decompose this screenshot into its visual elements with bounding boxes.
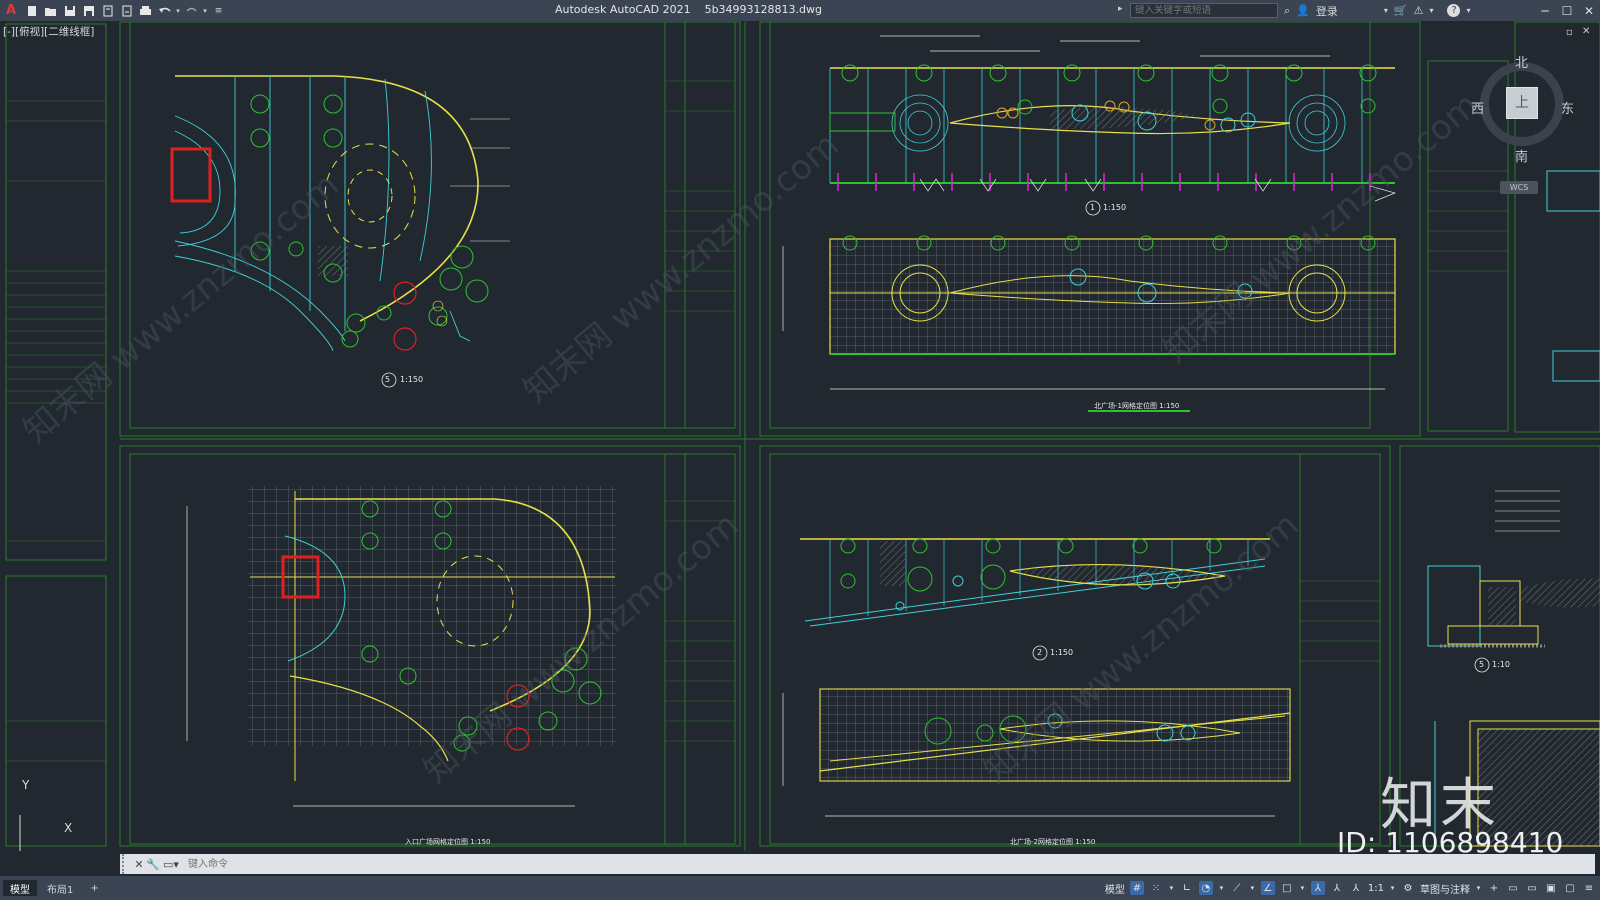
- bubble-5: 5: [385, 375, 391, 384]
- workspace-switch[interactable]: 草图与注释: [1420, 881, 1470, 896]
- viewcube-east[interactable]: 东: [1561, 98, 1574, 117]
- status-tools: 模型 # ⁙ ▾ ∟ ◔ ▾ ⟋ ▾ ∠ □ ▾ ⅄ ⅄ ⅄ 1:1 ▾ ⚙ 草…: [1105, 876, 1596, 900]
- object-snap-dropdown-icon[interactable]: ▾: [1299, 881, 1306, 895]
- save-icon[interactable]: [60, 1, 79, 20]
- infocenter-tools: ⌕ 👤 登录 ▾ 🛒 ⚠ ▾ ? ▾: [1284, 0, 1471, 21]
- watermark-id: ID: 1106898410: [1337, 826, 1564, 859]
- wcs-menu[interactable]: WCS: [1500, 181, 1538, 194]
- plot-icon[interactable]: [136, 1, 155, 20]
- add-layout-button[interactable]: +: [83, 880, 105, 896]
- polar-tracking-icon[interactable]: ◔: [1198, 881, 1213, 895]
- units-icon[interactable]: ▭: [1506, 881, 1520, 895]
- command-grip-icon[interactable]: [122, 854, 132, 874]
- ucs-y-label: Y: [22, 778, 30, 792]
- bubble-detail: 5: [1479, 660, 1485, 669]
- status-bar: 模型 布局1 + 模型 # ⁙ ▾ ∟ ◔ ▾ ⟋ ▾ ∠ □ ▾ ⅄ ⅄ ⅄ …: [0, 876, 1600, 900]
- annotation-visibility-icon[interactable]: ⅄: [1310, 881, 1325, 895]
- window-controls: ─ ☐ ✕: [1534, 0, 1600, 21]
- customization-icon[interactable]: ≡: [1582, 881, 1596, 895]
- login-dropdown-icon[interactable]: ▾: [1384, 6, 1388, 15]
- snap-dropdown-icon[interactable]: ▾: [1168, 881, 1175, 895]
- viewcube-west[interactable]: 西: [1471, 98, 1484, 117]
- scale-label-1: 1:150: [1103, 203, 1127, 212]
- auto-scale-icon[interactable]: ⅄: [1330, 881, 1344, 895]
- help-dropdown-icon[interactable]: ▾: [1466, 6, 1470, 15]
- object-snap-tracking-icon[interactable]: ∠: [1260, 881, 1275, 895]
- window-title: Autodesk AutoCAD 2021 5b34993128813.dwg: [555, 3, 823, 16]
- viewport-label[interactable]: [-][俯视][二维线框]: [3, 24, 94, 39]
- clean-screen-icon[interactable]: ▢: [1563, 881, 1577, 895]
- help-icon[interactable]: ?: [1447, 4, 1461, 17]
- viewcube-top-face[interactable]: 上: [1506, 87, 1538, 119]
- save-web-icon[interactable]: [117, 1, 136, 20]
- drawing-canvas[interactable]: 1:150 5 1:150 1 北广场-1网格定位图 1:150 1:150 2…: [0, 21, 1600, 851]
- isodraft-dropdown-icon[interactable]: ▾: [1249, 881, 1256, 895]
- new-icon[interactable]: [22, 1, 41, 20]
- open-icon[interactable]: [41, 1, 60, 20]
- search-input[interactable]: [1130, 3, 1278, 18]
- command-settings-icon[interactable]: 🔧: [146, 854, 160, 874]
- viewcube[interactable]: 北 南 西 东 上 WCS: [1471, 56, 1591, 208]
- viewcube-north[interactable]: 北: [1515, 52, 1528, 71]
- object-snap-icon[interactable]: □: [1280, 881, 1294, 895]
- grid-display-icon[interactable]: #: [1129, 881, 1144, 895]
- application-menu-button[interactable]: A: [0, 3, 22, 18]
- workspace-gear-icon[interactable]: ⚙: [1401, 881, 1415, 895]
- annotation-monitor-icon[interactable]: +: [1487, 881, 1501, 895]
- snap-mode-icon[interactable]: ⁙: [1149, 881, 1163, 895]
- bubble-1: 1: [1090, 203, 1096, 212]
- annotation-scale-value[interactable]: 1:1: [1368, 883, 1384, 894]
- tab-layout1[interactable]: 布局1: [40, 880, 80, 896]
- search-expand-icon[interactable]: ▸: [1118, 4, 1123, 14]
- ucs-x-label: X: [64, 821, 73, 835]
- minimize-icon[interactable]: ─: [1534, 0, 1556, 21]
- maximize-icon[interactable]: ☐: [1556, 0, 1578, 21]
- command-close-icon[interactable]: ✕: [132, 854, 146, 874]
- quick-properties-icon[interactable]: ▭: [1525, 881, 1539, 895]
- grid-title-1: 北广场-1网格定位图 1:150: [1094, 402, 1180, 410]
- undo-dropdown-icon[interactable]: ▾: [174, 1, 182, 20]
- isolate-objects-icon[interactable]: ▣: [1544, 881, 1558, 895]
- scale-dropdown-icon[interactable]: ▾: [1389, 881, 1396, 895]
- redo-icon[interactable]: [182, 1, 201, 20]
- redo-dropdown-icon[interactable]: ▾: [201, 1, 209, 20]
- viewport-restore-icon[interactable]: ▫: [1566, 27, 1573, 38]
- saveas-icon[interactable]: [79, 1, 98, 20]
- cart-icon[interactable]: 🛒: [1394, 4, 1408, 17]
- tab-model[interactable]: 模型: [3, 880, 37, 896]
- model-space-toggle[interactable]: 模型: [1105, 881, 1125, 896]
- a360-dropdown-icon[interactable]: ▾: [1429, 6, 1433, 15]
- polar-dropdown-icon[interactable]: ▾: [1218, 881, 1225, 895]
- scale-label-detail: 1:10: [1492, 660, 1510, 669]
- quick-access-toolbar: A ▾ ▾ ≡: [0, 0, 228, 21]
- a360-icon[interactable]: ⚠: [1414, 4, 1424, 17]
- open-web-icon[interactable]: [98, 1, 117, 20]
- workspace-dropdown-icon[interactable]: ▾: [1475, 881, 1482, 895]
- annotation-scale-icon[interactable]: ⅄: [1349, 881, 1363, 895]
- scale-label-5: 1:150: [400, 375, 424, 384]
- login-link[interactable]: 登录: [1316, 3, 1338, 19]
- customize-icon[interactable]: ≡: [209, 1, 228, 20]
- user-icon[interactable]: 👤: [1296, 4, 1310, 17]
- viewcube-south[interactable]: 南: [1515, 146, 1528, 165]
- app-logo-icon: A: [5, 3, 17, 18]
- bubble-2: 2: [1037, 648, 1043, 657]
- undo-icon[interactable]: [155, 1, 174, 20]
- command-history-icon[interactable]: ▭▾: [160, 854, 182, 874]
- ortho-icon[interactable]: ∟: [1180, 881, 1194, 895]
- scale-label-2: 1:150: [1050, 648, 1074, 657]
- isodraft-icon[interactable]: ⟋: [1230, 881, 1244, 895]
- viewport-close-icon[interactable]: ✕: [1582, 26, 1590, 37]
- grid-title-2: 入口广场网格定位图 1:150: [405, 838, 491, 846]
- plan-1: [829, 35, 1397, 216]
- title-bar: A ▾ ▾ ≡ Autodesk AutoCAD 2021 5b34993128…: [0, 0, 1600, 21]
- search-icon[interactable]: ⌕: [1284, 4, 1290, 18]
- plan-5: [170, 75, 510, 388]
- grid-title-3: 北广场-2网格定位图 1:150: [1010, 838, 1096, 846]
- close-icon[interactable]: ✕: [1578, 0, 1600, 21]
